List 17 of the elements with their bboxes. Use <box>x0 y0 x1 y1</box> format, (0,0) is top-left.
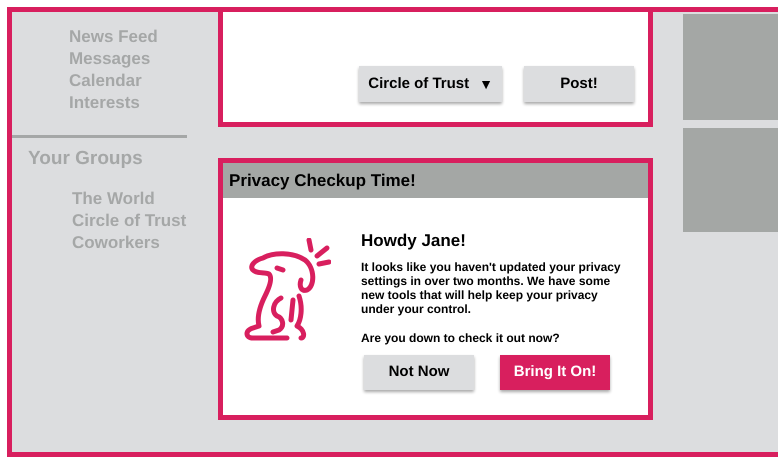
dialog-message: It looks like you haven't updated your privacy settings in over two months. We have some new tools that will help keep your privacy under your control. <box>361 260 621 316</box>
group-link[interactable]: The World <box>72 188 155 210</box>
greeting: Howdy Jane! <box>361 230 467 252</box>
dismiss-button[interactable]: Not Now <box>364 354 474 390</box>
nav-link[interactable]: Interests <box>69 92 140 114</box>
nav-link[interactable]: Messages <box>69 48 150 70</box>
confirm-button[interactable]: Bring It On! <box>500 354 610 390</box>
dialog-title: Privacy Checkup Time! <box>223 163 648 198</box>
post-button[interactable]: Post! <box>524 66 634 102</box>
audience-dropdown[interactable]: Circle of Trust ▼ <box>359 66 502 102</box>
nav-link[interactable]: Calendar <box>69 70 142 92</box>
group-link[interactable]: Circle of Trust <box>72 210 186 232</box>
dialog-question: Are you down to check it out now? <box>361 330 561 346</box>
group-link[interactable]: Coworkers <box>72 232 160 254</box>
nav-link[interactable]: News Feed <box>69 26 158 48</box>
caret-icon: ▼ <box>479 74 493 94</box>
groups-heading: Your Groups <box>27 147 143 171</box>
